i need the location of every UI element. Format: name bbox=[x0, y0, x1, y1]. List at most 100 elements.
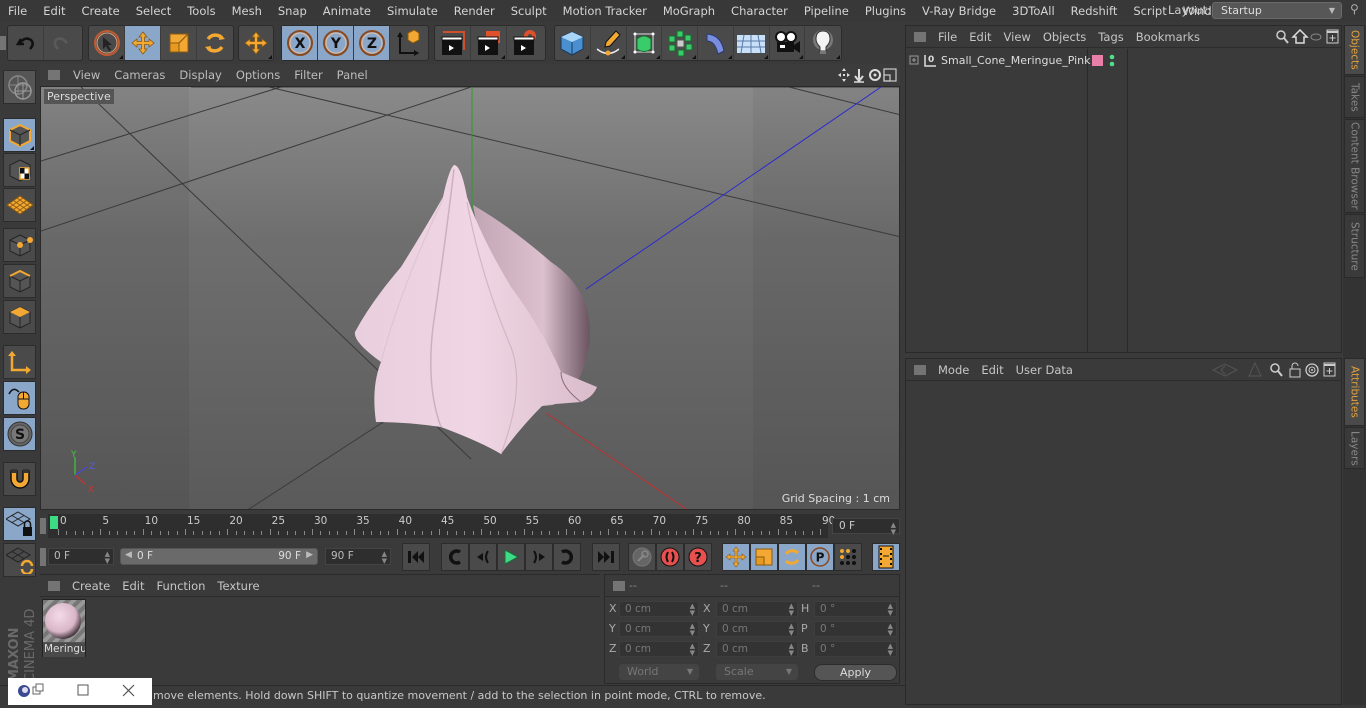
position-field[interactable]: 0 cm ▲ ▼ bbox=[619, 601, 699, 617]
tab-objects[interactable]: Objects bbox=[1344, 25, 1365, 75]
zoom-icon[interactable] bbox=[854, 69, 864, 83]
rotation-field[interactable]: 0 ° ▲ ▼ bbox=[814, 621, 897, 637]
autokeying-button[interactable] bbox=[656, 543, 684, 571]
edges-mode-button[interactable] bbox=[3, 264, 36, 298]
go-to-next-key-button[interactable] bbox=[553, 543, 581, 571]
menu-character[interactable]: Character bbox=[723, 0, 796, 22]
undo-button[interactable] bbox=[8, 26, 44, 60]
planar-workplane-button[interactable] bbox=[3, 543, 36, 577]
object-row[interactable]: 0 Small_Cone_Meringue_Pink bbox=[906, 50, 1341, 72]
panel-grip[interactable] bbox=[48, 580, 60, 591]
viewport-menu-view[interactable]: View bbox=[66, 68, 107, 82]
spinner-icon[interactable]: ▲ ▼ bbox=[690, 643, 695, 657]
menu-redshift[interactable]: Redshift bbox=[1063, 0, 1126, 22]
live-selection-button[interactable] bbox=[89, 26, 125, 60]
target-icon[interactable] bbox=[1305, 362, 1319, 377]
spinner-icon[interactable]: ▲ ▼ bbox=[789, 643, 794, 657]
search-icon[interactable] bbox=[1276, 29, 1289, 44]
menu-animate[interactable]: Animate bbox=[315, 0, 379, 22]
menu-file[interactable]: File bbox=[0, 0, 35, 22]
model-mode-button[interactable] bbox=[3, 118, 36, 152]
timeline-grip[interactable] bbox=[40, 518, 46, 534]
visibility-dots-icon[interactable] bbox=[1109, 53, 1115, 69]
menu-edit[interactable]: Edit bbox=[35, 0, 73, 22]
menu-motion-tracker[interactable]: Motion Tracker bbox=[555, 0, 655, 22]
search-icon[interactable] bbox=[1270, 362, 1283, 377]
new-panel-icon[interactable] bbox=[1323, 362, 1336, 376]
bend-deformer-button[interactable] bbox=[698, 26, 734, 60]
menu-mograph[interactable]: MoGraph bbox=[655, 0, 723, 22]
menu-plugins[interactable]: Plugins bbox=[857, 0, 914, 22]
tab-layers[interactable]: Layers bbox=[1344, 427, 1365, 469]
transform-type-dropdown[interactable]: Scale ▼ bbox=[716, 664, 798, 680]
tab-content-browser[interactable]: Content Browser bbox=[1344, 119, 1365, 213]
key-parameter-button[interactable]: P bbox=[806, 543, 834, 571]
up-arrow-icon[interactable] bbox=[1248, 361, 1262, 376]
menu-select[interactable]: Select bbox=[128, 0, 179, 22]
orbit-icon[interactable] bbox=[869, 69, 881, 81]
camera-label[interactable]: Perspective bbox=[44, 89, 114, 104]
redo-button[interactable] bbox=[44, 26, 80, 60]
material-menu-create[interactable]: Create bbox=[66, 579, 116, 593]
menu-tools[interactable]: Tools bbox=[179, 0, 223, 22]
timeline-window-button[interactable] bbox=[872, 543, 900, 571]
play-button[interactable] bbox=[497, 543, 525, 571]
material-swatch[interactable]: Meringu bbox=[42, 599, 86, 657]
go-to-previous-frame-button[interactable] bbox=[469, 543, 497, 571]
end-frame-field[interactable]: 90 F ▲ ▼ bbox=[325, 548, 391, 565]
apply-button[interactable]: Apply bbox=[814, 664, 897, 681]
enable-axis-button[interactable] bbox=[3, 345, 36, 379]
rotation-field[interactable]: 0 ° ▲ ▼ bbox=[814, 601, 897, 617]
key-point-level-button[interactable] bbox=[834, 543, 862, 571]
menu-create[interactable]: Create bbox=[74, 0, 128, 22]
locked-workplane-button[interactable] bbox=[3, 507, 36, 541]
light-button[interactable] bbox=[805, 26, 841, 60]
spinner-icon[interactable]: ▲ ▼ bbox=[888, 623, 893, 637]
rotate-tool-button[interactable] bbox=[197, 26, 233, 60]
go-to-previous-key-button[interactable] bbox=[441, 543, 469, 571]
object-menu-bookmarks[interactable]: Bookmarks bbox=[1130, 30, 1206, 44]
restore-icon[interactable] bbox=[32, 683, 44, 695]
menu-simulate[interactable]: Simulate bbox=[379, 0, 446, 22]
tab-structure[interactable]: Structure bbox=[1344, 214, 1365, 278]
subdivision-surface-button[interactable] bbox=[627, 26, 663, 60]
maximize-view-icon[interactable] bbox=[883, 68, 897, 82]
frame-range-slider[interactable]: ◀ 0 F 90 F ▶ bbox=[120, 548, 318, 565]
toggle-icon[interactable] bbox=[1310, 33, 1322, 40]
menu-snap[interactable]: Snap bbox=[270, 0, 315, 22]
spinner-icon[interactable]: ▲ ▼ bbox=[690, 623, 695, 637]
close-icon[interactable] bbox=[122, 684, 135, 697]
position-field[interactable]: 0 cm ▲ ▼ bbox=[619, 641, 699, 657]
attribute-menu-user-data[interactable]: User Data bbox=[1010, 363, 1079, 377]
spinner-icon[interactable]: ▲ ▼ bbox=[382, 551, 387, 565]
maximize-icon[interactable] bbox=[77, 684, 89, 696]
spinner-icon[interactable]: ▲ ▼ bbox=[105, 551, 110, 565]
material-menu-function[interactable]: Function bbox=[151, 579, 212, 593]
object-menu-file[interactable]: File bbox=[932, 30, 963, 44]
object-menu-view[interactable]: View bbox=[998, 30, 1037, 44]
attribute-menu-mode[interactable]: Mode bbox=[932, 363, 975, 377]
timeline-ruler[interactable]: 0 5 10 15 20 25 30 35 40 45 50 55 60 65 70 75 80 85 90 bbox=[48, 514, 835, 538]
pen-spline-button[interactable] bbox=[591, 26, 627, 60]
panel-grip[interactable] bbox=[914, 31, 926, 42]
panel-grip[interactable] bbox=[613, 581, 625, 591]
viewport-menu-filter[interactable]: Filter bbox=[287, 68, 329, 82]
spinner-icon[interactable]: ▲ ▼ bbox=[789, 603, 794, 617]
lock-icon[interactable] bbox=[1289, 362, 1301, 377]
key-scale-button[interactable] bbox=[750, 543, 778, 571]
points-mode-button[interactable] bbox=[3, 228, 36, 262]
attribute-menu-edit[interactable]: Edit bbox=[975, 363, 1009, 377]
snap-button[interactable]: S bbox=[3, 417, 36, 451]
render-view-button[interactable] bbox=[435, 26, 471, 60]
menu-sculpt[interactable]: Sculpt bbox=[503, 0, 555, 22]
tab-takes[interactable]: Takes bbox=[1344, 76, 1365, 118]
transform-tool-button[interactable] bbox=[239, 26, 273, 60]
spinner-icon[interactable]: ▲ ▼ bbox=[690, 603, 695, 617]
texture-mode-button[interactable] bbox=[3, 153, 36, 187]
object-color-swatch[interactable] bbox=[1092, 55, 1103, 66]
polygons-mode-button[interactable] bbox=[3, 300, 36, 334]
render-settings-button[interactable] bbox=[507, 26, 543, 60]
tweak-mode-button[interactable] bbox=[3, 381, 36, 415]
back-arrow-icon[interactable] bbox=[1211, 362, 1239, 377]
magnet-button[interactable] bbox=[3, 462, 36, 496]
